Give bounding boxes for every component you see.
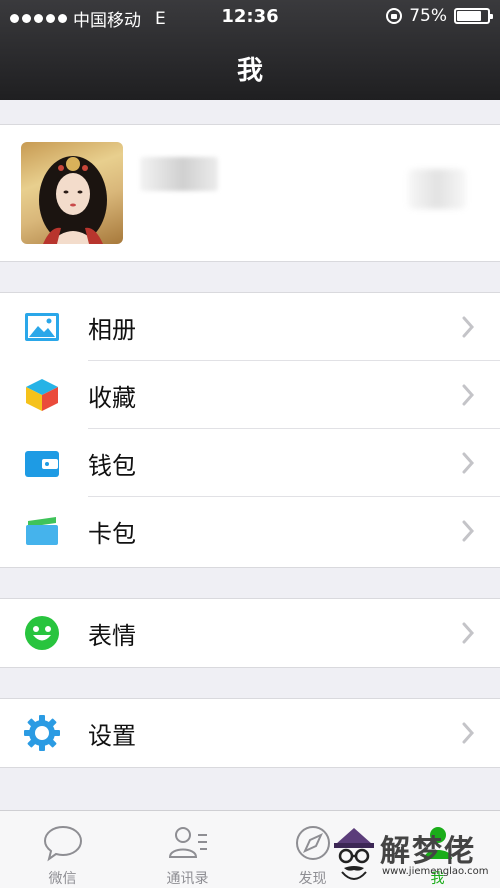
tab-contacts[interactable]: 通讯录: [125, 811, 250, 888]
status-right: 75%: [386, 6, 493, 26]
menu-item-card-pack[interactable]: 卡包: [0, 497, 500, 565]
menu-item-label: 设置: [88, 722, 136, 750]
page-title: 我: [236, 56, 263, 86]
menu-group-1: 相册 收藏 钱包 卡包: [0, 292, 500, 568]
menu-item-favorites[interactable]: 收藏: [0, 361, 500, 429]
avatar[interactable]: [21, 142, 123, 244]
watermark-text: 解梦佬: [380, 834, 476, 869]
menu-item-album[interactable]: 相册: [0, 293, 500, 361]
chevron-right-icon: [462, 520, 475, 542]
battery-percent: 75%: [409, 6, 447, 26]
tab-label: 通讯录: [166, 871, 209, 887]
gear-icon: [24, 715, 60, 751]
blurred-qr-code[interactable]: [408, 169, 466, 209]
menu-group-2: 表情: [0, 598, 500, 668]
wallet-icon: [25, 451, 59, 477]
compass-icon: [296, 826, 330, 860]
menu-item-label: 收藏: [88, 384, 136, 412]
rotation-lock-icon: [386, 8, 403, 24]
sticker-icon: [25, 616, 59, 650]
battery-icon: [454, 8, 493, 24]
chevron-right-icon: [462, 384, 475, 406]
top-bar: 中国移动 E 12:36 75% 我: [0, 0, 500, 100]
chevron-right-icon: [462, 622, 475, 644]
card-pack-icon: [26, 517, 58, 545]
contacts-icon: [168, 827, 207, 858]
watermark: 解梦佬 www.jiemenglao.com: [330, 822, 500, 888]
menu-item-label: 钱包: [88, 452, 136, 480]
menu-item-settings[interactable]: 设置: [0, 699, 500, 767]
chat-bubble-icon: [43, 825, 83, 862]
album-icon: [25, 313, 59, 341]
chevron-right-icon: [462, 452, 475, 474]
favorites-icon: [26, 379, 58, 411]
menu-item-label: 表情: [88, 622, 136, 650]
watermark-url: www.jiemenglao.com: [382, 866, 489, 877]
menu-item-stickers[interactable]: 表情: [0, 599, 500, 667]
menu-group-3: 设置: [0, 698, 500, 768]
watermark-logo-icon: [334, 828, 374, 880]
status-bar: 中国移动 E 12:36 75%: [0, 0, 500, 34]
chevron-right-icon: [462, 722, 475, 744]
menu-item-label: 卡包: [88, 520, 136, 548]
profile-card[interactable]: [0, 124, 500, 262]
tab-chats[interactable]: 微信: [0, 811, 125, 888]
menu-item-label: 相册: [88, 316, 136, 344]
tab-label: 微信: [48, 871, 77, 887]
menu-item-wallet[interactable]: 钱包: [0, 429, 500, 497]
blurred-username: [140, 157, 218, 191]
chevron-right-icon: [462, 316, 475, 338]
